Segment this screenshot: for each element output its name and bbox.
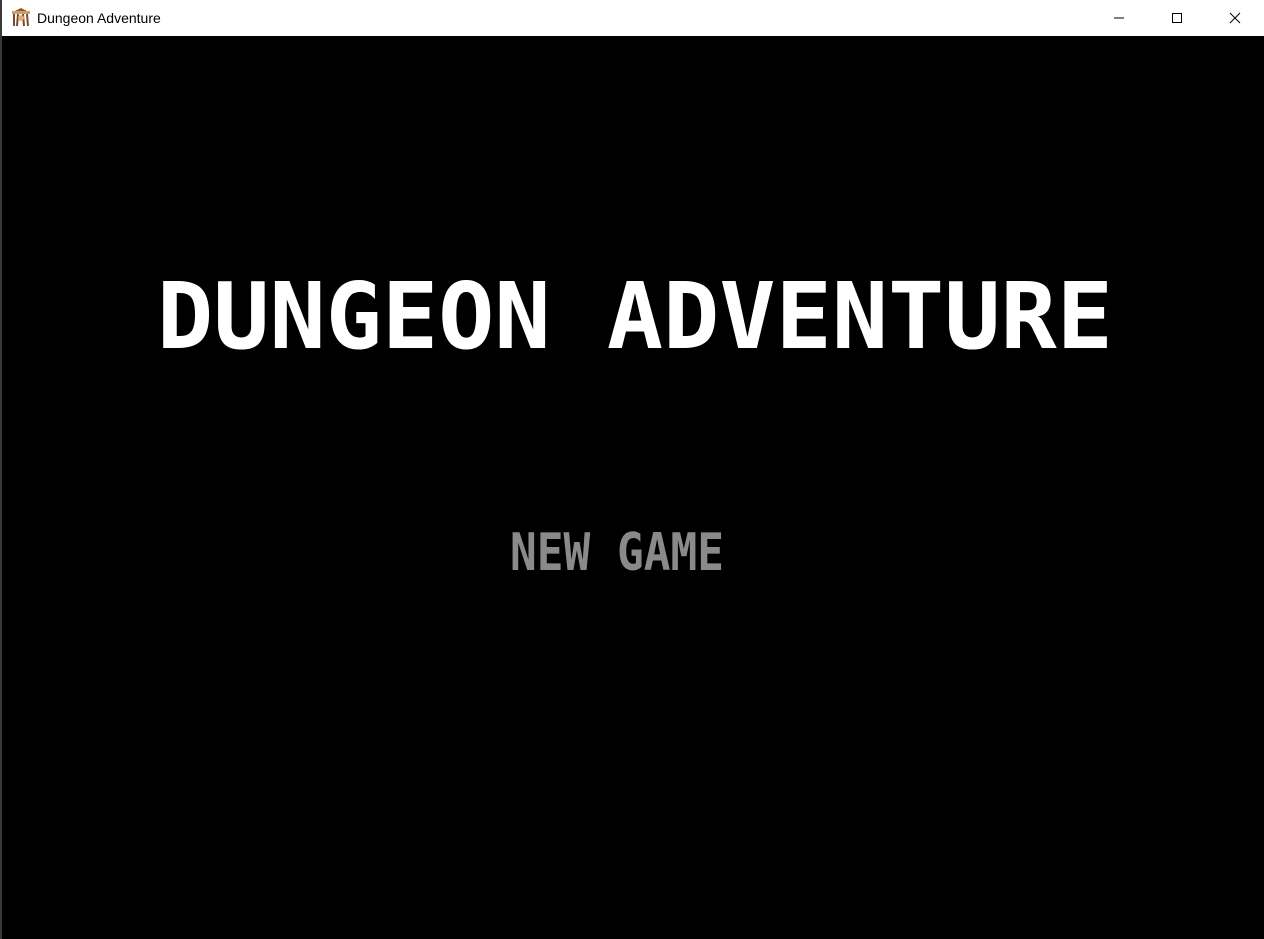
minimize-icon (1114, 17, 1124, 19)
game-canvas[interactable]: DUNGEON ADVENTURE NEW GAME (2, 36, 1264, 939)
close-button[interactable] (1206, 0, 1264, 36)
window-controls (1090, 0, 1264, 36)
minimize-button[interactable] (1090, 0, 1148, 36)
close-icon (1229, 12, 1241, 24)
game-title-text: DUNGEON ADVENTURE (157, 276, 1113, 356)
game-title: DUNGEON ADVENTURE (157, 276, 1113, 356)
dungeon-app-icon (11, 8, 31, 28)
new-game-label: NEW GAME (510, 528, 724, 574)
maximize-button[interactable] (1148, 0, 1206, 36)
maximize-icon (1172, 13, 1182, 23)
window-titlebar[interactable]: Dungeon Adventure (2, 0, 1264, 36)
window-title: Dungeon Adventure (37, 10, 161, 26)
game-window: Dungeon Adventure DUNGEON ADVENTURE NEW … (0, 0, 1264, 939)
new-game-button[interactable]: NEW GAME (502, 528, 732, 574)
